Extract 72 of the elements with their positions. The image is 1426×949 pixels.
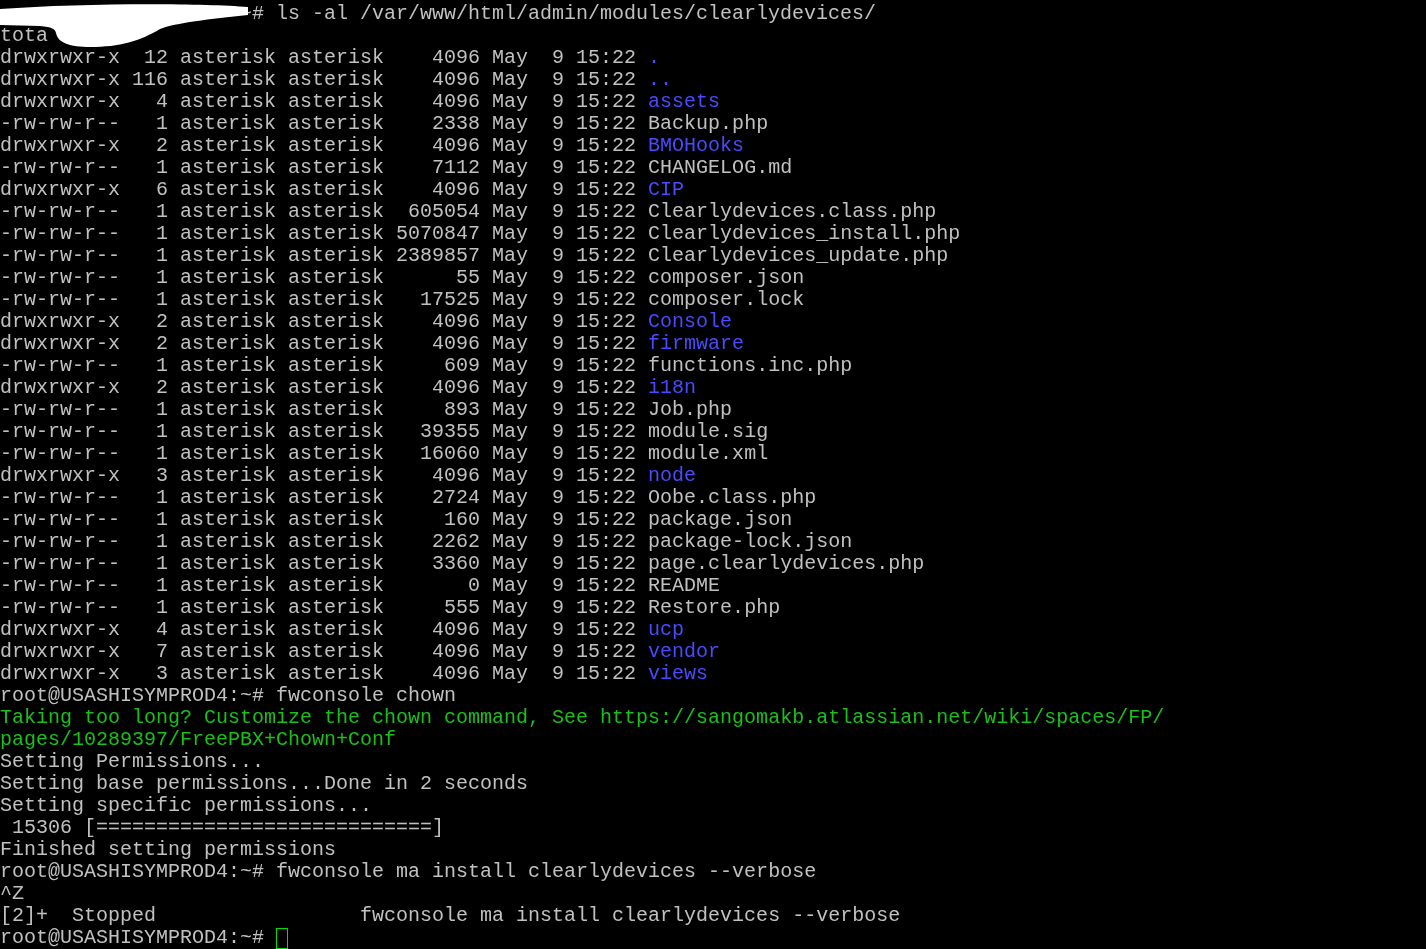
file-details: -rw-rw-r-- 1 asterisk asterisk 609 May 9 15:22 — [0, 355, 637, 377]
file-details: drwxrwxr-x 3 asterisk asterisk 4096 May 9 15:22 — [0, 663, 637, 685]
terminal-text: root@USASHISYMPROD4:~# — [0, 927, 265, 949]
file-details: -rw-rw-r-- 1 asterisk asterisk 7112 May 9 15:22 — [0, 157, 637, 179]
file-details: -rw-rw-r-- 1 asterisk asterisk 2338 May 9 15:22 — [0, 113, 637, 135]
file-details: -rw-rw-r-- 1 asterisk asterisk 5070847 May 9 15:22 — [0, 223, 637, 245]
file-details: drwxrwxr-x 2 asterisk asterisk 4096 May 9 15:22 — [0, 311, 637, 333]
file-details: drwxrwxr-x 116 asterisk asterisk 4096 May 9 15:22 — [0, 69, 637, 91]
terminal-text: ^Z — [0, 883, 24, 905]
file-details: drwxrwxr-x 2 asterisk asterisk 4096 May 9 15:22 — [0, 377, 637, 399]
file-name: Job.php — [648, 399, 733, 421]
directory-name: BMOHooks — [648, 135, 745, 157]
file-name: Clearlydevices.class.php — [648, 201, 937, 223]
file-details: drwxrwxr-x 4 asterisk asterisk 4096 May 9 15:22 — [0, 91, 637, 113]
directory-name: views — [648, 663, 709, 685]
terminal-text: root@USASHISYMPROD4:~# fwconsole ma install clearlydevices --verbose — [0, 861, 817, 883]
terminal-text: Setting base permissions...Done in 2 seconds — [0, 773, 529, 795]
file-details: -rw-rw-r-- 1 asterisk asterisk 39355 May 9 15:22 — [0, 421, 637, 443]
file-details: -rw-rw-r-- 1 asterisk asterisk 2724 May 9 15:22 — [0, 487, 637, 509]
file-details: -rw-rw-r-- 1 asterisk asterisk 16060 May 9 15:22 — [0, 443, 637, 465]
file-name: page.clearlydevices.php — [648, 553, 925, 575]
file-details: drwxrwxr-x 2 asterisk asterisk 4096 May 9 15:22 — [0, 333, 637, 355]
file-details: -rw-rw-r-- 1 asterisk asterisk 0 May 9 15:22 — [0, 575, 637, 597]
terminal-text: Setting specific permissions... — [0, 795, 373, 817]
terminal-text: 15306 [============================] — [11, 817, 445, 839]
file-details: -rw-rw-r-- 1 asterisk asterisk 17525 May 9 15:22 — [0, 289, 637, 311]
terminal-text: Finished setting permissions — [0, 839, 337, 861]
file-details: -rw-rw-r-- 1 asterisk asterisk 555 May 9 15:22 — [0, 597, 637, 619]
notice-text: Taking too long? Customize the chown command, See https://sangomakb.atlassian.net/wiki/spaces/FP/ — [0, 707, 1165, 729]
file-details: -rw-rw-r-- 1 asterisk asterisk 55 May 9 15:22 — [0, 267, 637, 289]
file-name: functions.inc.php — [648, 355, 853, 377]
directory-name: CIP — [648, 179, 685, 201]
file-name: composer.json — [648, 267, 805, 289]
file-name: Restore.php — [648, 597, 781, 619]
file-name: Backup.php — [648, 113, 769, 135]
file-name: Clearlydevices_update.php — [648, 245, 949, 267]
file-details: -rw-rw-r-- 1 asterisk asterisk 3360 May 9 15:22 — [0, 553, 637, 575]
file-details: -rw-rw-r-- 1 asterisk asterisk 893 May 9 15:22 — [0, 399, 637, 421]
file-details: -rw-rw-r-- 1 asterisk asterisk 2389857 May 9 15:22 — [0, 245, 637, 267]
file-details: drwxrwxr-x 2 asterisk asterisk 4096 May 9 15:22 — [0, 135, 637, 157]
directory-name: i18n — [648, 377, 697, 399]
file-details: drwxrwxr-x 4 asterisk asterisk 4096 May 9 15:22 — [0, 619, 637, 641]
file-name: Clearlydevices_install.php — [648, 223, 961, 245]
directory-name: ucp — [648, 619, 685, 641]
directory-name: node — [648, 465, 697, 487]
file-details: drwxrwxr-x 7 asterisk asterisk 4096 May 9 15:22 — [0, 641, 637, 663]
directory-name: .. — [648, 69, 673, 91]
directory-name: vendor — [648, 641, 721, 663]
terminal-text: root@USASHISYMPROD4:~# fwconsole chown — [0, 685, 457, 707]
file-name: module.sig — [648, 421, 769, 443]
file-name: Oobe.class.php — [648, 487, 817, 509]
file-details: -rw-rw-r-- 1 asterisk asterisk 605054 May 9 15:22 — [0, 201, 637, 223]
directory-name: firmware — [648, 333, 745, 355]
directory-name: assets — [648, 91, 721, 113]
file-name: CHANGELOG.md — [648, 157, 793, 179]
file-name: package.json — [648, 509, 793, 531]
directory-name: . — [648, 47, 661, 69]
directory-name: Console — [648, 311, 733, 333]
file-name: README — [648, 575, 721, 597]
file-details: -rw-rw-r-- 1 asterisk asterisk 2262 May 9 15:22 — [0, 531, 637, 553]
text-cursor — [276, 928, 289, 949]
file-name: package-lock.json — [648, 531, 853, 553]
file-details: drwxrwxr-x 3 asterisk asterisk 4096 May 9 15:22 — [0, 465, 637, 487]
file-name: module.xml — [648, 443, 769, 465]
terminal-text: tota — [0, 25, 48, 47]
terminal-text: Setting Permissions... — [0, 751, 265, 773]
notice-text: pages/10289397/FreePBX+Chown+Conf — [0, 729, 397, 751]
terminal-text: [2]+ Stopped fwconsole ma install clearlydevices --verbose — [0, 905, 901, 927]
file-name: composer.lock — [648, 289, 805, 311]
file-details: drwxrwxr-x 6 asterisk asterisk 4096 May 9 15:22 — [0, 179, 637, 201]
file-details: -rw-rw-r-- 1 asterisk asterisk 160 May 9 15:22 — [0, 509, 637, 531]
file-details: drwxrwxr-x 12 asterisk asterisk 4096 May 9 15:22 — [0, 47, 637, 69]
